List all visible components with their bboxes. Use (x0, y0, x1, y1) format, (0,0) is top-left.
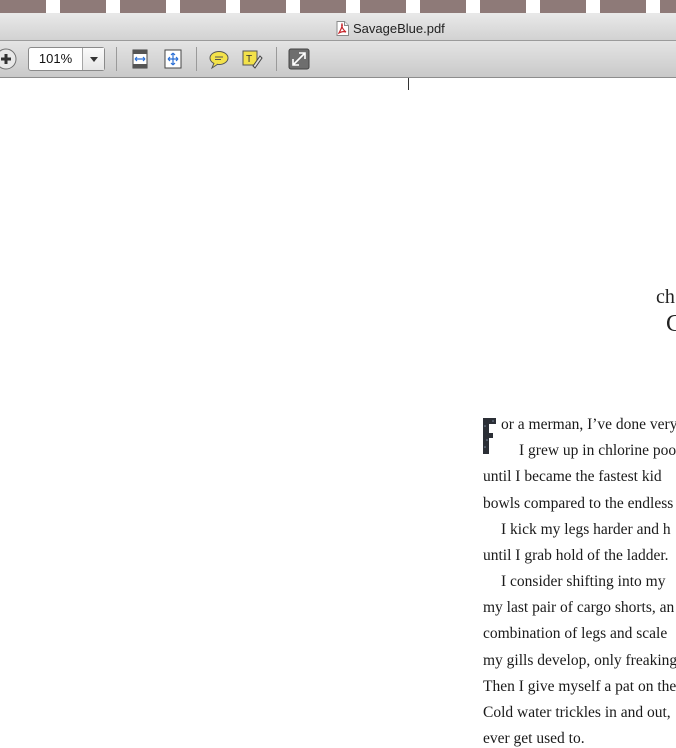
text-line: bowls compared to the endless (483, 495, 674, 512)
text-line: combination of legs and scale (483, 625, 668, 642)
fit-page-icon (164, 49, 182, 69)
text-line: I kick my legs harder and h (501, 521, 671, 538)
zoom-level-value[interactable]: 101% (29, 48, 83, 70)
drop-cap (482, 416, 497, 456)
zoom-level-combobox[interactable]: 101% (28, 47, 105, 71)
fit-width-button[interactable] (129, 48, 151, 70)
text-line: until I became the fastest kid (483, 468, 662, 485)
text-line: until I grab hold of the ladder. (483, 547, 669, 564)
text-line: my last pair of cargo shorts, an (483, 599, 675, 616)
chapter-heading-fragment: ch (656, 286, 675, 308)
zoom-in-icon (0, 48, 17, 70)
text-line: Cold water trickles in and out, (483, 704, 671, 721)
text-line: I grew up in chlorine poo (519, 442, 676, 459)
desktop-background-strip (0, 0, 676, 13)
annotate-icon: T (242, 50, 263, 69)
comment-button[interactable] (208, 48, 230, 70)
text-line: ever get used to. (483, 730, 585, 747)
zoom-in-button[interactable] (0, 48, 17, 70)
fit-width-icon (132, 49, 148, 69)
text-line: my gills develop, only freaking (483, 652, 676, 669)
text-line: or a merman, I’ve done very (501, 416, 676, 433)
svg-text:T: T (246, 54, 252, 65)
toolbar: 101% T (0, 41, 676, 78)
chevron-down-icon[interactable] (83, 48, 104, 70)
text-line: I consider shifting into my (501, 573, 666, 590)
window-title-text: SavageBlue.pdf (353, 20, 445, 36)
document-page-area[interactable]: ch C or a merman, I’ve done very I grew … (0, 78, 676, 747)
fullscreen-button[interactable] (288, 48, 310, 70)
chapter-heading-fragment: C (666, 311, 676, 337)
fullscreen-icon (288, 48, 310, 70)
pdf-file-icon (336, 20, 349, 36)
fit-page-button[interactable] (162, 48, 184, 70)
window-titlebar[interactable]: SavageBlue.pdf (0, 13, 676, 41)
text-line: Then I give myself a pat on the (483, 678, 676, 695)
page-boundary (408, 78, 409, 90)
annotate-button[interactable]: T (241, 48, 263, 70)
comment-icon (209, 51, 229, 70)
window-title: SavageBlue.pdf (336, 20, 445, 36)
toolbar-separator (196, 47, 197, 71)
toolbar-separator (116, 47, 117, 71)
toolbar-separator (276, 47, 277, 71)
